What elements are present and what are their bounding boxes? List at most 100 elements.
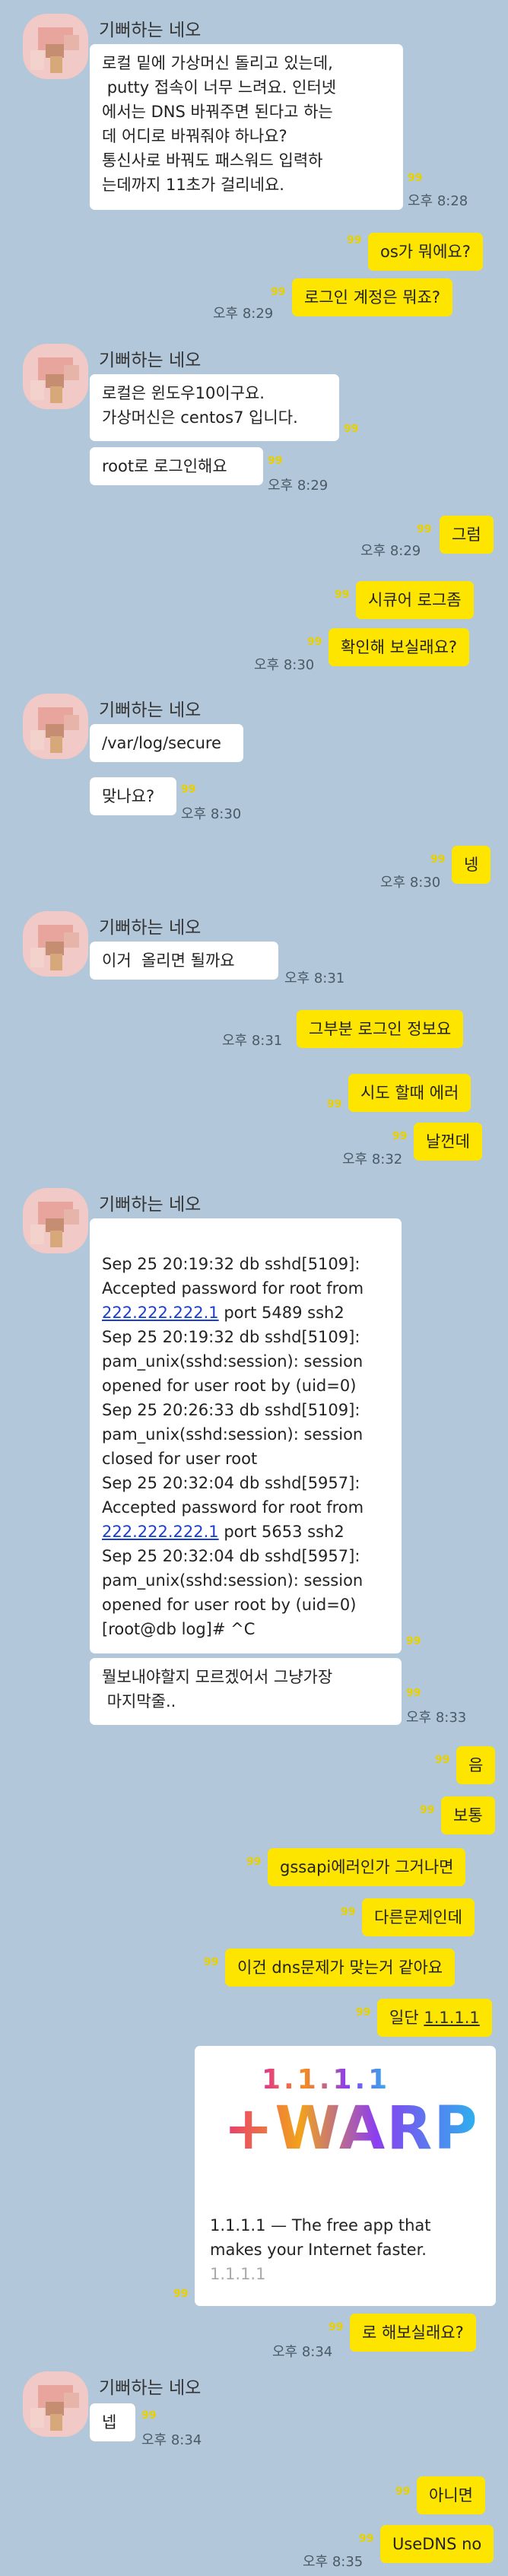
message-time: 오후 8:30 <box>181 806 242 822</box>
log-line: Sep 25 20:32:04 db sshd[5957]: <box>102 1474 360 1492</box>
read-count: 99 <box>408 172 423 184</box>
read-count: 99 <box>347 234 362 246</box>
log-line: Sep 25 20:32:04 db sshd[5957]: <box>102 1547 360 1565</box>
message-time: 오후 8:33 <box>406 1710 467 1726</box>
read-count: 99 <box>271 286 286 298</box>
card-domain: 1.1.1.1 <box>210 2265 266 2283</box>
log-line: Sep 25 20:19:32 db sshd[5109]: <box>102 1255 360 1273</box>
read-count: 99 <box>406 1635 421 1647</box>
message-bubble[interactable]: 그부분 로그인 정보요 <box>297 1010 464 1048</box>
log-line: Accepted password for root from <box>102 1279 364 1298</box>
read-count: 99 <box>435 1754 450 1766</box>
read-count: 99 <box>173 2288 189 2300</box>
read-count: 99 <box>420 1804 435 1816</box>
log-line: pam_unix(sshd:session): session <box>102 1352 364 1371</box>
message-time: 오후 8:34 <box>141 2432 202 2448</box>
message-bubble[interactable]: /var/log/secure <box>90 724 243 762</box>
message-time: 오후 8:31 <box>284 970 345 986</box>
message-time: 오후 8:28 <box>408 193 468 209</box>
avatar[interactable] <box>23 14 88 79</box>
message-bubble[interactable]: 로그인 계정은 뭐죠? <box>292 278 453 316</box>
read-count: 99 <box>395 2485 411 2498</box>
message-time: 오후 8:32 <box>342 1151 403 1167</box>
message-time: 오후 8:29 <box>213 306 274 322</box>
message-bubble[interactable]: 음 <box>456 1746 496 1784</box>
log-line: 222.222.222.1 port 5489 ssh2 <box>102 1304 344 1322</box>
message-time: 오후 8:30 <box>380 875 441 891</box>
read-count: 99 <box>356 2006 371 2019</box>
log-line: pam_unix(sshd:session): session <box>102 1571 364 1590</box>
ip-link[interactable]: 222.222.222.1 <box>102 1304 219 1322</box>
message-bubble[interactable]: gssapi에러인가 그거나면 <box>268 1848 466 1886</box>
message-bubble[interactable]: root로 로그인해요 <box>90 447 263 485</box>
read-count: 99 <box>307 636 322 648</box>
message-time: 오후 8:30 <box>254 657 315 673</box>
read-count: 99 <box>335 589 350 601</box>
log-line: 222.222.222.1 port 5653 ssh2 <box>102 1523 344 1541</box>
message-bubble[interactable]: 뭘보내야할지 모르겠어서 그냥가장 마지막줄.. <box>90 1658 402 1725</box>
sender-name: 기뻐하는 네오 <box>99 700 202 720</box>
read-count: 99 <box>329 2321 344 2333</box>
message-bubble[interactable]: os가 뭐에요? <box>368 233 483 271</box>
message-bubble[interactable]: 아니면 <box>417 2476 485 2514</box>
read-count: 99 <box>392 1130 408 1142</box>
log-line: Accepted password for root from <box>102 1498 364 1517</box>
read-count: 99 <box>268 455 283 467</box>
message-bubble[interactable]: 시큐어 로그좀 <box>356 581 474 619</box>
sender-name: 기뻐하는 네오 <box>99 351 202 370</box>
avatar[interactable] <box>23 694 88 759</box>
read-count: 99 <box>181 783 196 796</box>
log-line: [root@db log]# ^C <box>102 1620 256 1638</box>
log-message-bubble[interactable]: Sep 25 20:19:32 db sshd[5109]: Accepted … <box>90 1218 402 1653</box>
link-preview-card[interactable]: 1.1.1.1 +WARP 1.1.1.1 — The free app tha… <box>195 2046 496 2306</box>
message-bubble[interactable]: 날껀데 <box>414 1123 482 1161</box>
read-count: 99 <box>141 2409 157 2422</box>
read-count: 99 <box>327 1098 342 1110</box>
message-bubble[interactable]: 그럼 <box>440 516 494 554</box>
message-bubble[interactable]: UseDNS no <box>380 2525 494 2563</box>
message-bubble[interactable]: 이건 dns문제가 맞는거 같아요 <box>225 1949 456 1987</box>
message-time: 오후 8:34 <box>272 2344 333 2360</box>
read-count: 99 <box>417 523 432 535</box>
read-count: 99 <box>341 1906 356 1918</box>
message-time: 오후 8:35 <box>303 2554 364 2570</box>
message-bubble[interactable]: 맞나요? <box>90 777 176 815</box>
avatar[interactable] <box>23 911 88 977</box>
log-line: opened for user root by (uid=0) <box>102 1596 357 1614</box>
message-bubble[interactable]: 이거 올리면 될까요 <box>90 942 278 980</box>
read-count: 99 <box>344 423 359 435</box>
message-bubble[interactable]: 로컬 밑에 가상머신 돌리고 있는데, putty 접속이 너무 느려요. 인터… <box>90 44 403 210</box>
card-title-big: +WARP <box>224 2095 479 2163</box>
message-time: 오후 8:29 <box>268 478 329 494</box>
avatar[interactable] <box>23 344 88 409</box>
ip-link[interactable]: 222.222.222.1 <box>102 1523 219 1541</box>
card-description: 1.1.1.1 — The free app that makes your I… <box>210 2216 431 2259</box>
avatar[interactable] <box>23 2371 88 2437</box>
message-bubble[interactable]: 시도 할때 에러 <box>348 1074 471 1112</box>
message-bubble[interactable]: 보통 <box>441 1796 495 1834</box>
read-count: 99 <box>406 1687 421 1699</box>
log-line: Sep 25 20:26:33 db sshd[5109]: <box>102 1401 360 1419</box>
card-title-small: 1.1.1.1 <box>262 2064 391 2095</box>
log-line: pam_unix(sshd:session): session <box>102 1425 364 1444</box>
read-count: 99 <box>204 1956 219 1968</box>
message-bubble[interactable]: 넵 <box>90 2403 135 2441</box>
log-line: Sep 25 20:19:32 db sshd[5109]: <box>102 1328 360 1346</box>
read-count: 99 <box>246 1856 262 1868</box>
message-time: 오후 8:31 <box>222 1033 283 1049</box>
sender-name: 기뻐하는 네오 <box>99 2378 202 2398</box>
read-count: 99 <box>430 853 446 866</box>
message-bubble[interactable]: 확인해 보실래요? <box>329 628 470 666</box>
message-bubble[interactable]: 로컬은 윈도우10이구요. 가상머신은 centos7 입니다. <box>90 374 339 441</box>
message-bubble[interactable]: 일단 1.1.1.1 <box>377 1999 492 2037</box>
message-time: 오후 8:29 <box>360 543 421 559</box>
log-line: opened for user root by (uid=0) <box>102 1377 357 1395</box>
sender-name: 기뻐하는 네오 <box>99 21 202 40</box>
log-line: closed for user root <box>102 1450 258 1468</box>
message-bubble[interactable]: 넹 <box>452 846 491 884</box>
dns-link[interactable]: 1.1.1.1 <box>424 2009 479 2027</box>
sender-name: 기뻐하는 네오 <box>99 1195 202 1215</box>
avatar[interactable] <box>23 1188 88 1253</box>
message-bubble[interactable]: 로 해보실래요? <box>350 2314 476 2352</box>
message-bubble[interactable]: 다른문제인데 <box>362 1898 475 1936</box>
